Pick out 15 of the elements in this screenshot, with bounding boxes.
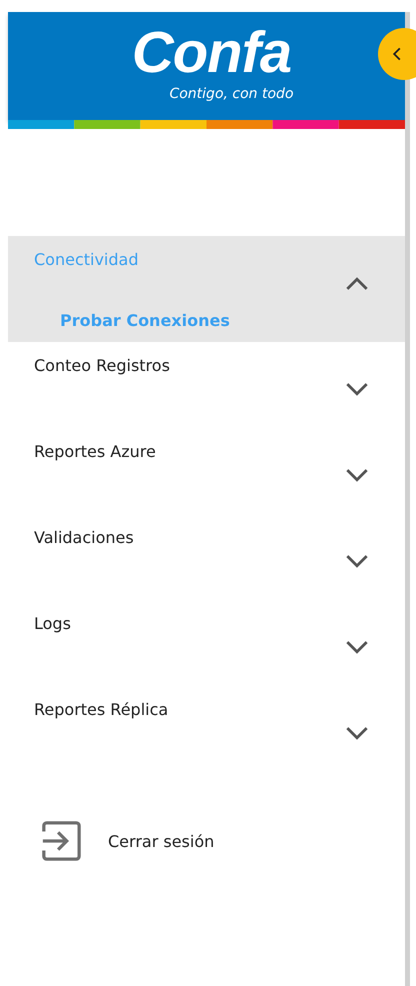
chevron-up-icon[interactable]	[344, 276, 370, 291]
brand-tagline: Contigo, con todo	[169, 86, 294, 102]
menu-item[interactable]: Logs	[34, 614, 71, 633]
logout-icon	[40, 820, 82, 862]
chevron-down-icon[interactable]	[344, 382, 370, 397]
logout-button[interactable]: Cerrar sesión	[40, 820, 214, 862]
brand-logo: Confa	[132, 22, 292, 84]
chevron-down-icon[interactable]	[344, 640, 370, 655]
chevron-down-icon[interactable]	[344, 726, 370, 741]
chevron-down-icon[interactable]	[344, 468, 370, 483]
menu-item[interactable]: Reportes Réplica	[34, 700, 168, 719]
menu-item[interactable]: Reportes Azure	[34, 442, 156, 461]
menu-item[interactable]: Validaciones	[34, 528, 134, 547]
menu-item[interactable]: Conteo Registros	[34, 356, 170, 375]
chevron-down-icon[interactable]	[344, 554, 370, 569]
